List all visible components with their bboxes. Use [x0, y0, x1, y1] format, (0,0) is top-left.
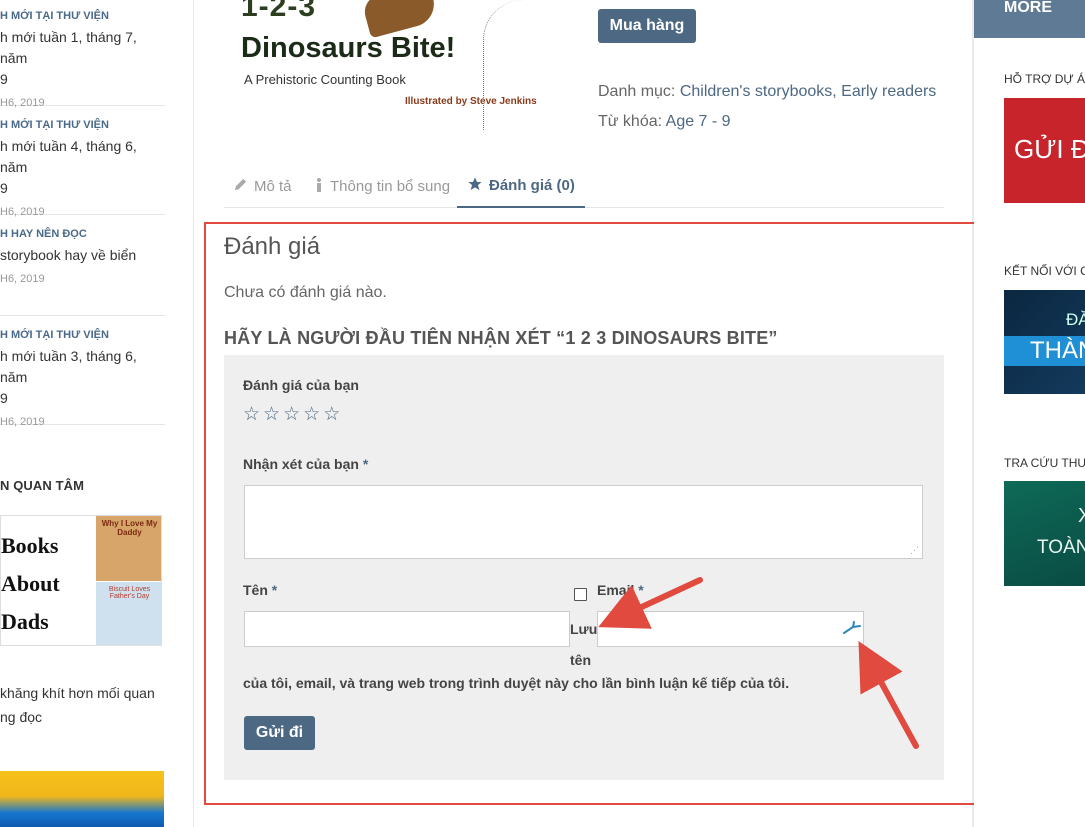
- sidebar-banner[interactable]: [0, 771, 164, 827]
- annotation-highlight-box: [204, 222, 992, 805]
- list-item[interactable]: H MỚI TẠI THƯ VIỆN h mới tuần 1, tháng 7…: [0, 10, 165, 109]
- lookup-title: TRA CỨU THƯ: [1004, 456, 1085, 470]
- tab-reviews[interactable]: Đánh giá (0): [457, 165, 585, 208]
- section-title: N QUAN TÂM: [0, 478, 85, 493]
- info-icon: [314, 177, 324, 197]
- pencil-icon: [233, 177, 248, 196]
- post-category[interactable]: H MỚI TẠI THƯ VIỆN: [0, 329, 165, 341]
- post-title[interactable]: h mới tuần 1, tháng 7, năm 9: [0, 27, 165, 90]
- post-title[interactable]: h mới tuần 4, tháng 6, năm 9: [0, 136, 165, 199]
- more-bar[interactable]: MORE: [974, 0, 1085, 38]
- post-title[interactable]: h mới tuần 3, tháng 6, năm 9: [0, 346, 165, 409]
- list-item[interactable]: H MỚI TẠI THƯ VIỆN h mới tuần 3, tháng 6…: [0, 329, 165, 428]
- lookup-banner[interactable]: X TOÀN: [1004, 481, 1085, 586]
- image-edge-decoration: [483, 0, 570, 130]
- support-title: HỖ TRỢ DỰ ÁN: [1004, 72, 1085, 86]
- book-cover-text: Books About Dads: [1, 533, 60, 634]
- product-image-subtitle: A Prehistoric Counting Book: [244, 72, 406, 87]
- list-item[interactable]: H HAY NÊN ĐỌC storybook hay về biển H6, …: [0, 228, 165, 316]
- post-category[interactable]: H MỚI TẠI THƯ VIỆN: [0, 119, 165, 131]
- book-cover-daddy: Why I Love My Daddy: [96, 516, 161, 581]
- buy-button[interactable]: Mua hàng: [598, 9, 696, 43]
- post-category[interactable]: H HAY NÊN ĐỌC: [0, 228, 165, 240]
- product-image[interactable]: 1-2-3 Dinosaurs Bite! A Prehistoric Coun…: [225, 0, 570, 130]
- book-cover-biscuit: Biscuit Loves Father's Day: [96, 582, 161, 645]
- category-link[interactable]: Children's storybooks, Early readers: [680, 83, 937, 100]
- connect-title: KẾT NỐI VỚI C: [1004, 264, 1085, 278]
- star-icon: [467, 176, 483, 196]
- tab-description[interactable]: Mô tả: [233, 165, 292, 208]
- product-image-title: Dinosaurs Bite!: [241, 32, 456, 64]
- post-category[interactable]: H MỚI TẠI THƯ VIỆN: [0, 10, 165, 22]
- post-date: H6, 2019: [0, 416, 45, 428]
- product-category: Danh mục: Children's storybooks, Early r…: [598, 83, 937, 100]
- post-date: H6, 2019: [0, 206, 45, 218]
- product-tabs: Mô tả Thông tin bổ sung Đánh giá (0): [224, 165, 944, 208]
- product-tags: Từ khóa: Age 7 - 9: [598, 113, 731, 130]
- book-thumbnail[interactable]: Books About Dads Why I Love My Daddy Bis…: [0, 515, 162, 646]
- product-image-number: 1-2-3: [241, 0, 317, 23]
- tag-link[interactable]: Age 7 - 9: [666, 113, 731, 130]
- post-title[interactable]: storybook hay về biển: [0, 245, 165, 266]
- list-item[interactable]: H MỚI TẠI THƯ VIỆN h mới tuần 4, tháng 6…: [0, 119, 165, 218]
- post-date: H6, 2019: [0, 97, 45, 109]
- connect-banner[interactable]: ĐĂ THÀNH: [1004, 290, 1085, 394]
- tab-additional-info[interactable]: Thông tin bổ sung: [314, 165, 450, 208]
- support-banner[interactable]: GỬI ĐỒ: [1004, 98, 1085, 203]
- left-sidebar: H MỚI TẠI THƯ VIỆN h mới tuần 1, tháng 7…: [0, 0, 193, 827]
- sidebar-excerpt: khăng khít hơn mối quan ng đọc: [0, 685, 155, 725]
- post-date: H6, 2019: [0, 273, 45, 285]
